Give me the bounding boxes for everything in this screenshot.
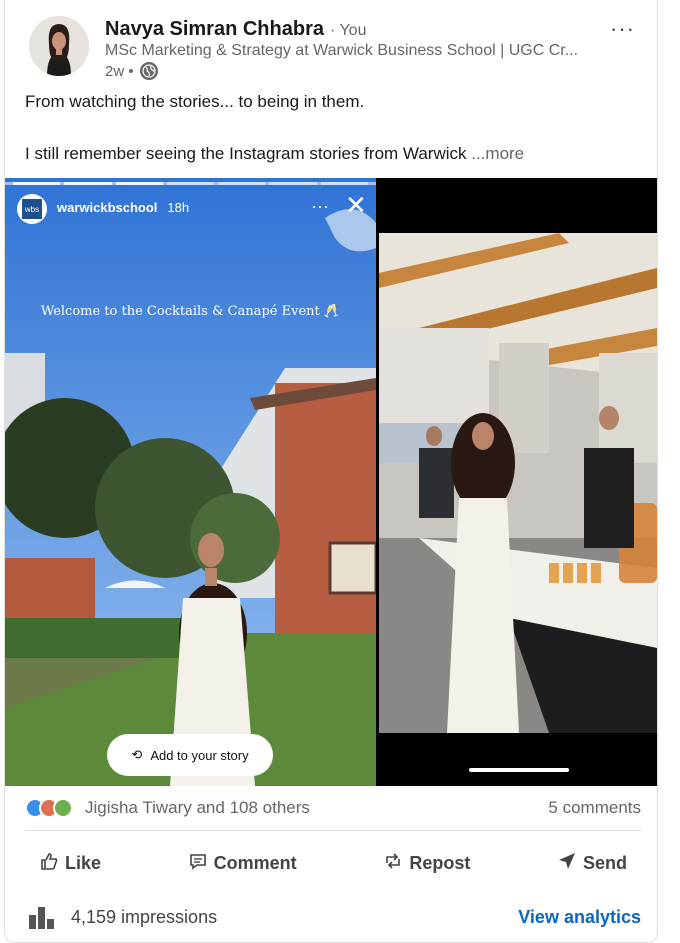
post-text-line1: From watching the stories... to being in… xyxy=(25,92,365,111)
impressions-row: 4,159 impressions View analytics xyxy=(25,903,641,933)
post-header: Navya Simran Chhabra · You MSc Marketing… xyxy=(25,14,645,84)
repost-button[interactable]: Repost xyxy=(369,847,484,880)
story-account-name: warwickbschool xyxy=(57,200,158,215)
post-text-line2-content: I still remember seeing the Instagram st… xyxy=(25,144,467,163)
post-text-line2: I still remember seeing the Instagram st… xyxy=(25,144,524,164)
avatar[interactable] xyxy=(29,16,89,76)
comment-icon xyxy=(188,851,208,876)
divider xyxy=(25,830,641,831)
globe-icon xyxy=(139,62,158,80)
reactions-summary[interactable]: Jigisha Tiwary and 108 others xyxy=(85,798,310,818)
story-screenshot-left: wbs warwickbschool 18h ··· ✕ Welcome to … xyxy=(5,178,376,786)
add-to-story-label: Add to your story xyxy=(150,747,249,763)
see-more-link[interactable]: ...more xyxy=(471,144,524,163)
story-account-row: warwickbschool 18h xyxy=(57,200,189,215)
impressions-count: 4,159 impressions xyxy=(71,907,218,927)
story-more-icon[interactable]: ··· xyxy=(311,196,329,217)
story-progress-bar xyxy=(13,182,368,185)
post-meta: 2w • xyxy=(105,62,158,80)
send-icon xyxy=(557,851,577,876)
like-label: Like xyxy=(65,852,102,873)
send-button[interactable]: Send xyxy=(543,847,641,880)
social-counts: Jigisha Tiwary and 108 others 5 comments xyxy=(25,798,641,820)
more-options-icon[interactable]: ··· xyxy=(610,16,635,42)
author-headline: MSc Marketing & Strategy at Warwick Busi… xyxy=(105,42,579,59)
story-screenshot-right xyxy=(379,178,657,786)
like-button[interactable]: Like xyxy=(25,847,115,880)
comments-count[interactable]: 5 comments xyxy=(548,798,641,818)
comment-button[interactable]: Comment xyxy=(174,847,311,880)
story-account-logo: wbs xyxy=(17,194,47,224)
repost-label: Repost xyxy=(409,852,471,873)
story-close-icon[interactable]: ✕ xyxy=(345,192,367,218)
repost-arrows-icon: ⟲ xyxy=(131,747,143,762)
author-name-row: Navya Simran Chhabra · You xyxy=(105,18,366,41)
post-media[interactable]: wbs warwickbschool 18h ··· ✕ Welcome to … xyxy=(5,178,657,786)
action-bar: Like Comment Repost Send xyxy=(25,846,641,880)
you-label: · You xyxy=(329,22,367,39)
send-label: Send xyxy=(582,852,627,873)
add-to-story-button[interactable]: ⟲ Add to your story xyxy=(107,734,273,776)
repost-icon xyxy=(383,851,403,876)
reaction-icons[interactable] xyxy=(25,798,73,818)
author-name[interactable]: Navya Simran Chhabra xyxy=(105,18,324,41)
story-caption: Welcome to the Cocktails & Canapé Event … xyxy=(40,304,341,319)
support-reaction-icon xyxy=(53,798,73,818)
view-analytics-link[interactable]: View analytics xyxy=(518,907,641,928)
story-time: 18h xyxy=(167,200,190,215)
thumbs-up-icon xyxy=(39,851,59,876)
post-time: 2w • xyxy=(105,62,134,80)
bar-chart-icon xyxy=(29,905,57,934)
wbs-logo: wbs xyxy=(22,199,42,219)
post-card: Navya Simran Chhabra · You MSc Marketing… xyxy=(4,0,658,943)
comment-label: Comment xyxy=(213,852,297,873)
